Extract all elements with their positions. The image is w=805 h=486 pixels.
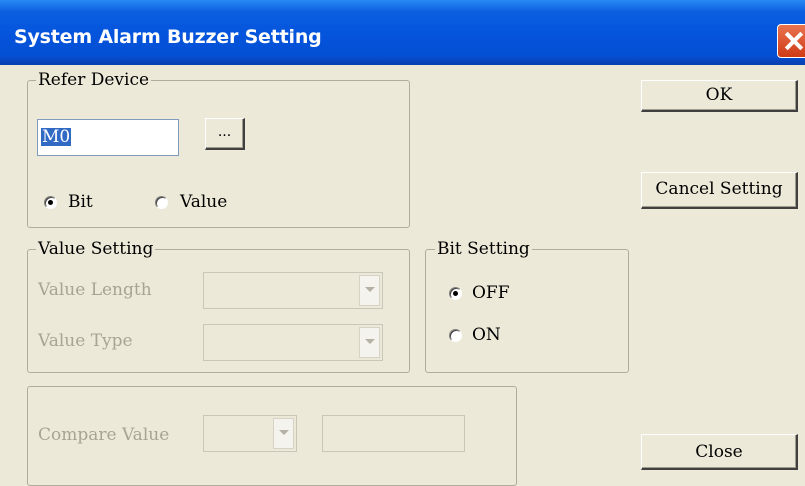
window-title: System Alarm Buzzer Setting — [14, 26, 322, 48]
refer-device-input[interactable]: M0 — [37, 119, 179, 156]
chevron-down-icon[interactable] — [359, 327, 380, 358]
bit-setting-group — [425, 249, 629, 373]
refer-device-value: M0 — [41, 127, 72, 147]
bit-setting-legend: Bit Setting — [435, 239, 532, 259]
browse-device-button[interactable]: ... — [205, 118, 245, 150]
value-type-label: Value Type — [38, 331, 133, 351]
chevron-down-icon[interactable] — [273, 418, 294, 449]
title-bar: System Alarm Buzzer Setting — [0, 0, 805, 65]
value-length-label: Value Length — [38, 280, 152, 300]
close-button[interactable]: Close — [641, 434, 798, 470]
value-length-dropdown[interactable] — [203, 272, 383, 309]
refer-device-legend: Refer Device — [36, 70, 152, 90]
compare-value-label: Compare Value — [38, 425, 170, 445]
close-window-icon[interactable] — [777, 24, 805, 58]
bit-radio[interactable] — [44, 196, 57, 209]
off-radio[interactable] — [449, 287, 462, 300]
compare-value-input[interactable] — [322, 415, 465, 452]
bit-radio-label[interactable]: Bit — [68, 192, 93, 212]
off-radio-label[interactable]: OFF — [472, 283, 510, 303]
on-radio-label[interactable]: ON — [472, 325, 501, 345]
compare-operator-dropdown[interactable] — [203, 415, 297, 452]
value-radio-label[interactable]: Value — [180, 192, 227, 212]
chevron-down-icon[interactable] — [359, 275, 380, 306]
value-type-dropdown[interactable] — [203, 324, 383, 361]
cancel-setting-button[interactable]: Cancel Setting — [641, 172, 798, 209]
on-radio[interactable] — [449, 329, 462, 342]
value-radio[interactable] — [155, 196, 168, 209]
value-setting-legend: Value Setting — [36, 239, 156, 259]
ok-button[interactable]: OK — [641, 80, 798, 112]
